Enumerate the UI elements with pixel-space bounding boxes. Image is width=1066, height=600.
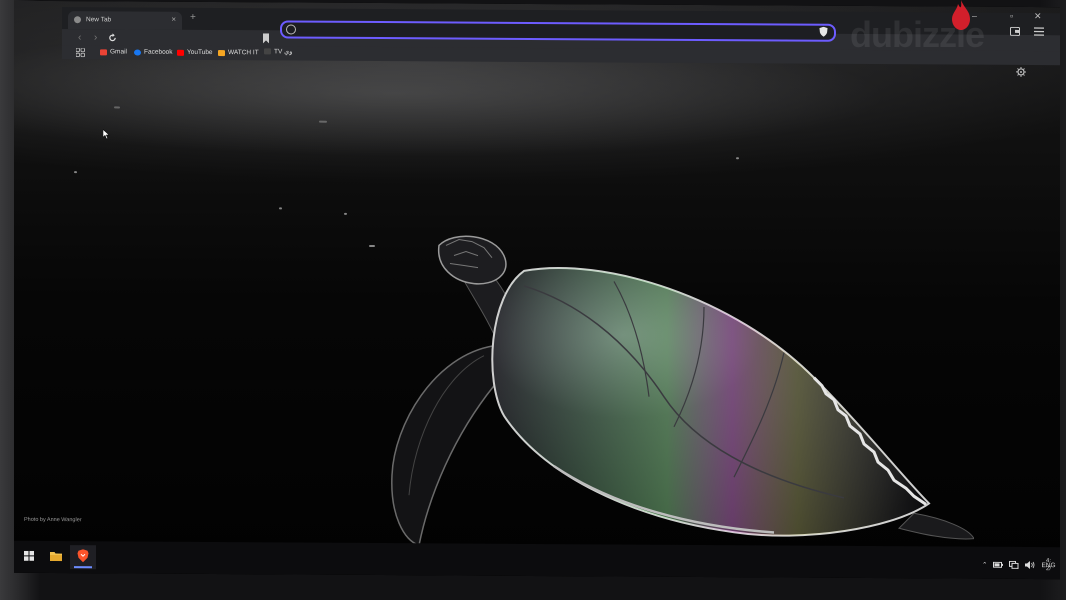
water-particle (279, 207, 282, 209)
bookmark-label: Facebook (144, 48, 173, 56)
address-input[interactable] (300, 23, 804, 40)
bookmark-watch-it[interactable]: WATCH IT (218, 49, 259, 56)
system-tray: ⌃ ENG (982, 560, 1056, 570)
close-window-button[interactable]: ✕ (1034, 11, 1042, 22)
brave-lion-icon (77, 549, 89, 563)
mouse-cursor-icon (103, 129, 110, 140)
bookmark-youtube[interactable]: YouTube (177, 49, 213, 56)
battery-icon[interactable] (993, 561, 1004, 568)
tab-favicon-icon (74, 16, 81, 24)
sea-turtle-image (391, 235, 974, 547)
apps-grid-icon[interactable] (76, 48, 85, 58)
reload-icon[interactable] (108, 33, 117, 42)
tab-title: New Tab (86, 16, 112, 24)
bookmark-tv[interactable]: TV وي (264, 47, 293, 56)
volume-icon[interactable] (1025, 561, 1035, 570)
water-particle (736, 157, 739, 159)
restore-button[interactable]: ▫ (1010, 11, 1013, 21)
clock-date: 2/ (1046, 566, 1052, 573)
bookmark-label: Gmail (110, 48, 127, 56)
file-explorer-icon[interactable] (50, 551, 62, 562)
chevron-up-icon[interactable]: ⌃ (982, 561, 987, 569)
address-bar[interactable] (280, 20, 836, 42)
tv-icon (264, 48, 271, 55)
gmail-icon (100, 48, 107, 55)
search-engine-icon (286, 24, 296, 35)
bookmark-label: TV وي (274, 48, 293, 56)
wallet-icon[interactable] (1010, 26, 1020, 36)
forward-icon[interactable]: › (94, 32, 97, 43)
windows-start-icon[interactable] (24, 550, 34, 561)
bookmark-icon[interactable] (262, 33, 270, 44)
menu-icon[interactable] (1034, 27, 1044, 36)
photo-credit[interactable]: Photo by Anne Wangler (24, 517, 82, 523)
windows-taskbar: ⌃ ENG 4: 2/ (14, 540, 1060, 580)
back-icon[interactable]: ‹ (78, 32, 81, 43)
water-particle (344, 212, 347, 215)
gear-icon[interactable] (1016, 66, 1026, 77)
tab-new-tab[interactable]: New Tab × (68, 11, 182, 30)
brave-shields-icon[interactable] (819, 26, 828, 37)
bookmark-label: WATCH IT (228, 49, 259, 57)
water-particle (319, 120, 327, 123)
active-app-indicator (74, 566, 92, 569)
clock-time: 4: (1046, 558, 1052, 565)
bookmark-facebook[interactable]: Facebook (134, 49, 173, 56)
watch-it-icon (218, 49, 225, 56)
bookmark-gmail[interactable]: Gmail (100, 48, 127, 55)
new-tab-button[interactable]: + (190, 12, 196, 23)
facebook-icon (134, 49, 141, 56)
taskbar-clock[interactable]: 4: 2/ (1046, 557, 1051, 573)
monitor-screen: New Tab × + – ▫ ✕ ‹ › Gmail Facebook You… (14, 0, 1060, 580)
network-icon[interactable] (1009, 560, 1019, 569)
water-particle (114, 106, 120, 108)
close-tab-icon[interactable]: × (171, 15, 176, 24)
watermark-flame-icon (952, 0, 970, 30)
bookmark-label: YouTube (187, 48, 213, 57)
water-particle (74, 171, 77, 173)
brave-browser-taskbar-button[interactable] (70, 545, 96, 570)
youtube-icon (177, 49, 184, 56)
